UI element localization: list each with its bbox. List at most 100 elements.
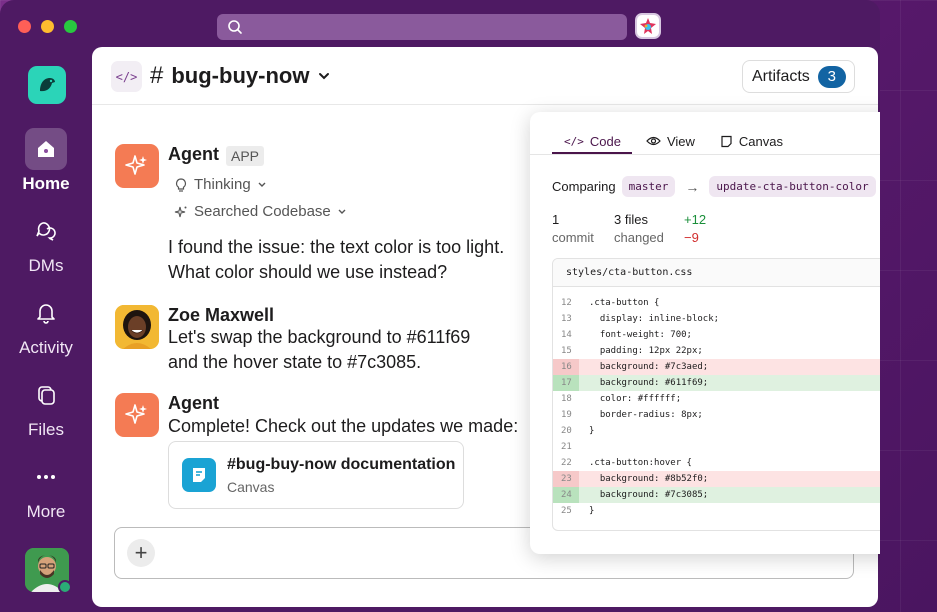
commit-stat: 1 commit bbox=[552, 211, 594, 247]
sidebar-item-label: Activity bbox=[19, 338, 73, 357]
code-icon: </> bbox=[115, 69, 138, 84]
canvas-subtitle: Canvas bbox=[227, 479, 275, 495]
thinking-toggle[interactable]: Thinking bbox=[174, 176, 267, 193]
message-sender[interactable]: Agent bbox=[168, 393, 219, 414]
tab-code[interactable]: </> Code bbox=[552, 128, 634, 154]
branch-comparison: Comparing master → update-cta-button-col… bbox=[552, 176, 876, 197]
code-icon: </> bbox=[564, 134, 584, 148]
sidebar-item-files[interactable]: Files bbox=[0, 374, 92, 440]
sidebar-item-home[interactable]: Home bbox=[0, 128, 92, 194]
diff-line-removed: 16 background: #7c3aed; bbox=[553, 359, 880, 375]
message-line: What color should we use instead? bbox=[168, 262, 448, 282]
minimize-window-button[interactable] bbox=[41, 20, 54, 33]
commit-label: commit bbox=[552, 230, 594, 245]
message-line: Let's swap the background to #611f69 bbox=[168, 327, 471, 347]
tab-canvas[interactable]: Canvas bbox=[708, 128, 796, 154]
agent-avatar[interactable] bbox=[115, 393, 159, 437]
line-number: 25 bbox=[561, 506, 572, 516]
line-code: background: #611f69; bbox=[589, 378, 709, 388]
hash-icon: # bbox=[150, 62, 164, 89]
plus-icon: + bbox=[134, 540, 148, 565]
line-code: padding: 12px 22px; bbox=[589, 346, 703, 356]
sidebar-item-label: DMs bbox=[28, 256, 64, 275]
panel-tabs: </> Code View Canvas bbox=[552, 128, 796, 154]
lightbulb-icon bbox=[175, 177, 187, 192]
line-code: color: #ffffff; bbox=[589, 394, 682, 404]
sidebar-item-dms[interactable]: DMs bbox=[0, 210, 92, 276]
files-stat: 3 files changed bbox=[614, 211, 664, 247]
agent-avatar[interactable] bbox=[115, 144, 159, 188]
base-branch[interactable]: master bbox=[621, 176, 676, 197]
searched-label: Searched Codebase bbox=[194, 203, 331, 220]
line-number: 19 bbox=[561, 410, 572, 420]
diff-line-added: 17 background: #611f69; bbox=[553, 375, 880, 391]
diff-line: 22 .cta-button:hover { bbox=[553, 455, 880, 471]
channel-name: bug-buy-now bbox=[171, 63, 310, 88]
line-code: background: #7c3aed; bbox=[589, 362, 709, 372]
ai-assistant-icon[interactable] bbox=[635, 13, 661, 39]
line-number: 20 bbox=[561, 426, 572, 436]
sidebar-item-activity[interactable]: Activity bbox=[0, 292, 92, 358]
line-code: border-radius: 8px; bbox=[589, 410, 703, 420]
title-bar bbox=[0, 0, 880, 48]
thinking-label: Thinking bbox=[194, 176, 251, 193]
line-code: .cta-button:hover { bbox=[589, 458, 692, 468]
app-window: Home DMs Activity Files More </> # bug-b… bbox=[0, 0, 880, 612]
line-code: } bbox=[589, 426, 595, 436]
chevron-down-icon bbox=[319, 73, 330, 80]
add-attachment-button[interactable]: + bbox=[127, 539, 155, 567]
sidebar-item-more[interactable]: More bbox=[0, 456, 92, 522]
diff-line: 12 .cta-button { bbox=[553, 295, 880, 311]
files-label: changed bbox=[614, 230, 664, 245]
message-text: I found the issue: the text color is too… bbox=[168, 235, 504, 285]
search-icon bbox=[228, 20, 242, 34]
sparkle-small-icon bbox=[174, 206, 187, 217]
message-line: and the hover state to #7c3085. bbox=[168, 352, 422, 372]
arrow-right-icon: → bbox=[685, 178, 700, 195]
diff-line: 19 border-radius: 8px; bbox=[553, 407, 880, 423]
search-input[interactable] bbox=[217, 14, 627, 40]
line-number: 24 bbox=[553, 487, 579, 503]
canvas-icon bbox=[721, 135, 732, 147]
workspace-logo[interactable] bbox=[28, 66, 66, 104]
line-number: 14 bbox=[561, 330, 572, 340]
channel-title[interactable]: # bug-buy-now bbox=[150, 62, 331, 90]
files-icon bbox=[25, 374, 67, 416]
more-icon bbox=[25, 456, 67, 498]
maximize-window-button[interactable] bbox=[64, 20, 77, 33]
line-code: display: inline-block; bbox=[589, 314, 720, 324]
commit-count: 1 bbox=[552, 212, 560, 227]
line-number: 13 bbox=[561, 314, 572, 324]
tab-label: View bbox=[666, 133, 695, 149]
canvas-attachment-card[interactable]: #bug-buy-now documentation Canvas bbox=[168, 441, 464, 509]
sparkle-icon bbox=[125, 404, 147, 424]
line-code: .cta-button { bbox=[589, 298, 660, 308]
diff-file-name: styles/cta-button.css bbox=[553, 259, 880, 287]
tab-view[interactable]: View bbox=[634, 128, 708, 154]
deletions-count: −9 bbox=[684, 230, 699, 245]
head-branch[interactable]: update-cta-button-color bbox=[709, 176, 876, 197]
diff-line: 15 padding: 12px 22px; bbox=[553, 343, 880, 359]
chevron-down-icon bbox=[258, 182, 266, 187]
message-sender[interactable]: Agent bbox=[168, 144, 219, 165]
line-number: 22 bbox=[561, 458, 572, 468]
sparkle-icon bbox=[125, 155, 147, 175]
line-code: background: #7c3085; bbox=[589, 490, 709, 500]
close-window-button[interactable] bbox=[18, 20, 31, 33]
diff-line: 25} bbox=[553, 503, 880, 519]
message-sender[interactable]: Zoe Maxwell bbox=[168, 305, 274, 326]
diff-line: 21 bbox=[553, 439, 880, 455]
line-code: background: #8b52f0; bbox=[589, 474, 709, 484]
code-view-button[interactable]: </> bbox=[111, 61, 142, 92]
files-count: 3 files bbox=[614, 212, 648, 227]
searched-codebase-toggle[interactable]: Searched Codebase bbox=[174, 203, 347, 220]
zoe-avatar[interactable] bbox=[115, 305, 159, 349]
bird-logo-icon bbox=[40, 78, 55, 92]
channel-header: </> # bug-buy-now Artifacts 3 bbox=[92, 47, 878, 105]
message-line: I found the issue: the text color is too… bbox=[168, 237, 505, 257]
artifacts-button[interactable]: Artifacts 3 bbox=[742, 60, 855, 93]
line-number: 15 bbox=[561, 346, 572, 356]
line-changes-stat: +12 −9 bbox=[684, 211, 706, 247]
sidebar-item-label: Home bbox=[22, 174, 70, 193]
line-code: font-weight: 700; bbox=[589, 330, 692, 340]
